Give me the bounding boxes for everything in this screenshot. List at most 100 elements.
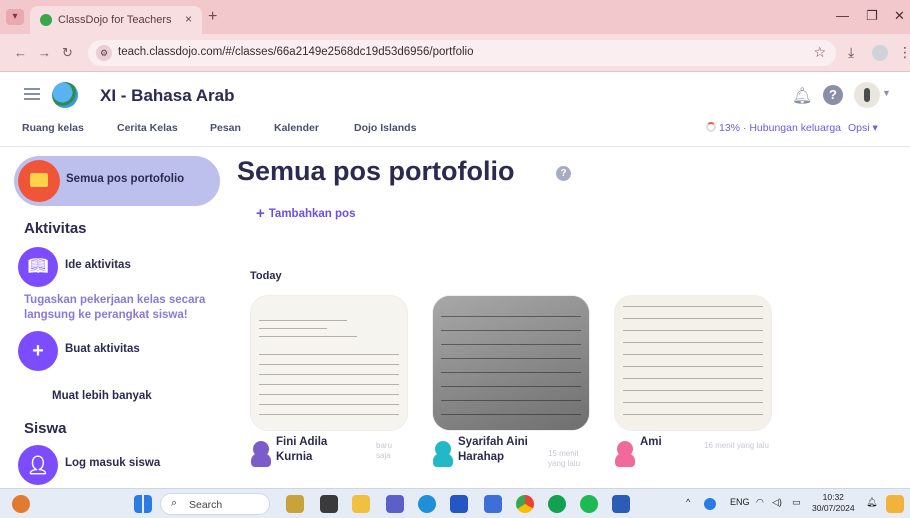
assign-work-promo[interactable]: Tugaskan pekerjaan kelas secara langsung… [24,293,230,323]
portfolio-inbox-icon [18,160,60,202]
sidebar-item-label: Semua pos portofolio [66,173,185,185]
portfolio-post-card[interactable]: Ami 16 menit yang lalu [614,295,784,485]
sidebar-item-label: Buat aktivitas [65,343,140,355]
profile-icon[interactable] [872,45,888,61]
student-avatar [614,441,636,467]
file-explorer-icon[interactable] [352,495,370,513]
bell-icon[interactable]: 🔔︎ [792,86,812,106]
language-indicator[interactable]: ENG [730,497,750,507]
weather-widget-icon[interactable] [12,495,30,513]
new-tab-button[interactable]: + [208,8,217,26]
url-text: teach.classdojo.com/#/classes/66a2149e25… [118,46,474,58]
nav-dojo-islands[interactable]: Dojo Islands [354,122,416,134]
sidebar-item-all-portfolio[interactable]: Semua pos portofolio [14,156,220,206]
nav-classroom[interactable]: Ruang kelas [22,122,84,134]
tab-search-icon[interactable]: ▾ [6,9,24,25]
search-label: Search [189,499,223,511]
maximize-button[interactable]: ❐ [866,8,878,24]
wifi-icon[interactable]: ◠ [756,497,764,508]
avatar[interactable] [854,82,880,108]
word-icon[interactable] [612,495,630,513]
chevron-down-icon[interactable]: ▼ [882,88,891,98]
student-icon: 👤︎ [18,445,58,485]
section-heading-students: Siswa [24,420,67,437]
back-arrow-icon[interactable]: ← [14,45,27,60]
student-avatar [432,441,454,467]
notification-bell-icon[interactable]: 🔔︎ [866,497,877,508]
portfolio-post-card[interactable]: Fini Adila Kurnia baru saja [250,295,410,485]
class-globe-icon [52,82,78,108]
chrome-icon[interactable] [516,495,534,513]
sidebar-item-activity-ideas[interactable]: 📖︎ Ide aktivitas [18,247,228,287]
help-icon[interactable]: ? [823,85,843,105]
load-more-button[interactable]: Muat lebih banyak [52,390,152,402]
windows-start-icon[interactable] [134,495,152,513]
book-icon: 📖︎ [18,247,58,287]
app-header: XI - Bahasa Arab 🔔︎ ? ▼ Ruang kelas Ceri… [0,72,910,147]
download-icon[interactable]: ⤓ [848,44,854,61]
hamburger-menu-icon[interactable] [24,88,40,100]
widget-app-icon[interactable] [286,495,304,513]
handwritten-page-image [251,296,407,430]
battery-icon[interactable]: ▭ [792,497,801,508]
store-icon[interactable] [450,495,468,513]
student-avatar [250,441,272,467]
close-window-button[interactable]: ✕ [894,8,905,24]
volume-icon[interactable]: ◁) [772,497,782,508]
plus-icon: + [18,331,58,371]
address-bar: ← → ↻ ⚙ teach.classdojo.com/#/classes/66… [0,34,910,72]
parents-connection-label: 13% · Hubungan keluarga [719,122,842,134]
post-thumbnail[interactable] [432,295,590,431]
sidebar-item-student-login[interactable]: 👤︎ Log masuk siswa [18,445,228,485]
class-title[interactable]: XI - Bahasa Arab [100,86,234,106]
minimize-button[interactable]: — [836,8,849,23]
nav-calendar[interactable]: Kalender [274,122,319,134]
site-info-icon[interactable]: ⚙ [96,45,112,61]
sidebar-item-label: Ide aktivitas [65,259,131,271]
parents-connection[interactable]: 13% · Hubungan keluarga Opsi ▾ [706,122,878,134]
page-title: Semua pos portofolio [237,156,515,186]
edge-icon[interactable] [418,495,436,513]
student-name: Syarifah Aini Harahap [458,436,528,463]
add-post-label: Tambahkan pos [268,208,356,220]
teams-icon[interactable] [386,495,404,513]
clock-time: 10:32 [822,492,844,502]
bookmark-star-icon[interactable]: ☆ [813,44,826,61]
day-label: Today [250,270,282,282]
url-field[interactable]: ⚙ teach.classdojo.com/#/classes/66a2149e… [88,40,836,66]
reload-icon[interactable]: ↻ [62,45,73,61]
browser-tab-bar: ▾ ClassDojo for Teachers × + — ❐ ✕ [0,0,910,34]
browser-menu-icon[interactable]: ⋮ [898,44,910,61]
help-icon[interactable]: ? [556,166,571,181]
taskbar-search[interactable]: ⌕ Search [160,493,270,515]
post-thumbnail[interactable] [614,295,772,431]
section-heading-activities: Aktivitas [24,220,87,237]
whatsapp-icon[interactable] [548,495,566,513]
classdojo-favicon-icon [40,14,52,26]
spotify-icon[interactable] [580,495,598,513]
portfolio-post-card[interactable]: Syarifah Aini Harahap 15 menit yang lalu [432,295,592,485]
nav-class-story[interactable]: Cerita Kelas [117,122,178,134]
nav-messages[interactable]: Pesan [210,122,241,134]
add-post-button[interactable]: + Tambahkan pos [256,205,355,222]
sidebar-item-create-activity[interactable]: + Buat aktivitas [18,331,228,371]
copilot-icon[interactable] [886,495,904,513]
show-hidden-icons-icon[interactable]: ^ [686,497,690,507]
options-button[interactable]: Opsi ▾ [848,122,878,134]
forward-arrow-icon[interactable]: → [38,45,51,60]
task-view-icon[interactable] [320,495,338,513]
camera-icon[interactable] [484,495,502,513]
taskbar-clock[interactable]: 10:32 30/07/2024 [812,492,855,514]
sidebar-item-label: Log masuk siswa [65,457,161,469]
tab-close-icon[interactable]: × [185,12,192,26]
search-icon: ⌕ [171,497,178,509]
tray-app-icon[interactable] [704,498,716,510]
post-time: baru saja [376,441,393,460]
clock-date: 30/07/2024 [812,503,855,513]
browser-tab[interactable]: ClassDojo for Teachers × [30,6,202,34]
sidebar: Semua pos portofolio Aktivitas 📖︎ Ide ak… [0,148,232,488]
post-thumbnail[interactable] [250,295,408,431]
handwritten-page-image [433,296,589,430]
progress-ring-icon [706,122,716,132]
post-time: 15 menit yang lalu [548,449,581,468]
